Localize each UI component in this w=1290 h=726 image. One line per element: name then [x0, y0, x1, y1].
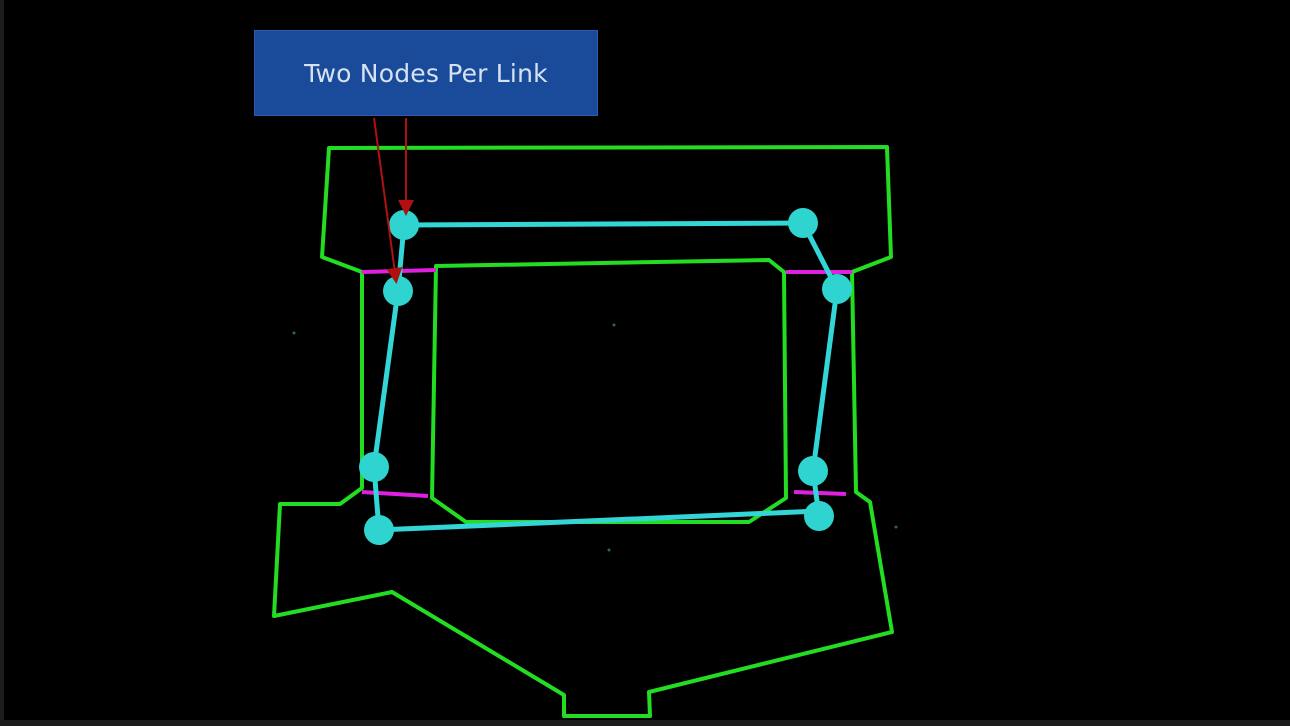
callout-label: Two Nodes Per Link: [304, 58, 548, 88]
inner-window-outline: [430, 258, 788, 524]
node-bottom-right: [804, 501, 834, 531]
pin-marker-bottom-left: [361, 490, 429, 498]
node-top-left: [389, 210, 419, 240]
speck: [292, 331, 296, 335]
node-left-upper: [383, 276, 413, 306]
node-right-lower: [798, 456, 828, 486]
node-top-right: [788, 208, 818, 238]
callout-box: Two Nodes Per Link: [254, 30, 598, 116]
node-right-upper: [822, 274, 852, 304]
link-left: [371, 288, 401, 470]
link-top: [401, 220, 806, 228]
speck: [894, 525, 898, 529]
speck: [607, 548, 611, 552]
link-right: [810, 286, 840, 474]
node-bottom-left: [364, 515, 394, 545]
diagram-canvas: Two Nodes Per Link: [0, 0, 1290, 726]
speck: [612, 323, 616, 327]
pin-marker-bottom-right: [793, 490, 847, 496]
linkage-diagram: [272, 117, 898, 718]
callout-arrow-left: [373, 117, 403, 284]
node-left-lower: [359, 452, 389, 482]
